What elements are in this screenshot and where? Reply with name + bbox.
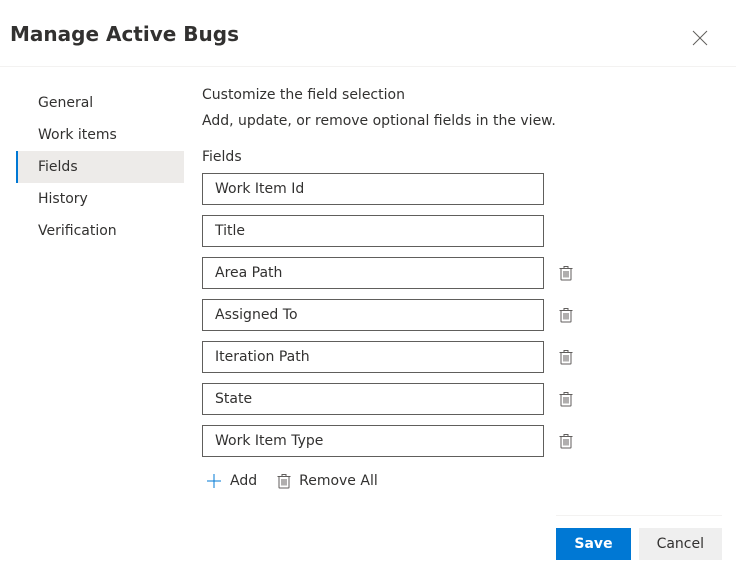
field-input[interactable]: Area Path xyxy=(202,257,544,289)
section-heading: Customize the field selection xyxy=(202,87,712,103)
sidebar-item-history[interactable]: History xyxy=(16,183,184,215)
sidebar-item-label: Verification xyxy=(38,223,117,239)
dialog-body: General Work items Fields History Verifi… xyxy=(0,67,736,489)
plus-icon xyxy=(206,473,222,489)
trash-icon xyxy=(559,391,573,407)
field-value: Area Path xyxy=(215,265,282,281)
trash-icon xyxy=(559,349,573,365)
dialog-header: Manage Active Bugs xyxy=(0,0,736,67)
field-row: Iteration Path xyxy=(202,341,712,373)
fields-label: Fields xyxy=(202,149,712,165)
delete-field-button[interactable] xyxy=(556,305,576,325)
sidebar-item-label: Work items xyxy=(38,127,117,143)
trash-icon xyxy=(559,433,573,449)
delete-field-button[interactable] xyxy=(556,389,576,409)
field-row: Work Item Type xyxy=(202,425,712,457)
field-input[interactable]: Iteration Path xyxy=(202,341,544,373)
sidebar-item-fields[interactable]: Fields xyxy=(16,151,184,183)
field-input[interactable]: Work Item Type xyxy=(202,425,544,457)
field-value: Work Item Id xyxy=(215,181,304,197)
field-row: Area Path xyxy=(202,257,712,289)
field-input[interactable]: Work Item Id xyxy=(202,173,544,205)
sidebar-item-work-items[interactable]: Work items xyxy=(16,119,184,151)
field-row: Work Item Id xyxy=(202,173,712,205)
page-title: Manage Active Bugs xyxy=(10,22,239,46)
field-row: Title xyxy=(202,215,712,247)
field-row: State xyxy=(202,383,712,415)
field-input[interactable]: Assigned To xyxy=(202,299,544,331)
field-input[interactable]: State xyxy=(202,383,544,415)
trash-icon xyxy=(559,307,573,323)
field-value: State xyxy=(215,391,252,407)
close-icon xyxy=(692,30,708,46)
add-field-button[interactable]: Add xyxy=(206,473,257,489)
sidebar-item-label: General xyxy=(38,95,93,111)
field-input[interactable]: Title xyxy=(202,215,544,247)
field-value: Assigned To xyxy=(215,307,298,323)
save-button[interactable]: Save xyxy=(556,528,630,560)
sidebar-item-general[interactable]: General xyxy=(16,87,184,119)
delete-field-button[interactable] xyxy=(556,263,576,283)
field-actions: Add Remove All xyxy=(202,467,712,489)
trash-icon xyxy=(277,473,291,489)
trash-icon xyxy=(559,265,573,281)
cancel-button[interactable]: Cancel xyxy=(639,528,722,560)
close-button[interactable] xyxy=(688,26,712,50)
sidebar-item-label: History xyxy=(38,191,88,207)
field-value: Work Item Type xyxy=(215,433,323,449)
sidebar: General Work items Fields History Verifi… xyxy=(0,79,184,489)
field-value: Title xyxy=(215,223,245,239)
dialog: Manage Active Bugs General Work items Fi… xyxy=(0,0,736,574)
dialog-footer: Save Cancel xyxy=(556,515,722,560)
sidebar-item-verification[interactable]: Verification xyxy=(16,215,184,247)
delete-field-button[interactable] xyxy=(556,347,576,367)
remove-all-button[interactable]: Remove All xyxy=(277,473,378,489)
field-value: Iteration Path xyxy=(215,349,310,365)
section-subheading: Add, update, or remove optional fields i… xyxy=(202,113,712,129)
remove-all-label: Remove All xyxy=(299,473,378,489)
field-row: Assigned To xyxy=(202,299,712,331)
sidebar-item-label: Fields xyxy=(38,159,78,175)
fields-list: Work Item Id Title Area Path xyxy=(202,173,712,457)
delete-field-button[interactable] xyxy=(556,431,576,451)
add-field-label: Add xyxy=(230,473,257,489)
main-panel: Customize the field selection Add, updat… xyxy=(184,79,736,489)
